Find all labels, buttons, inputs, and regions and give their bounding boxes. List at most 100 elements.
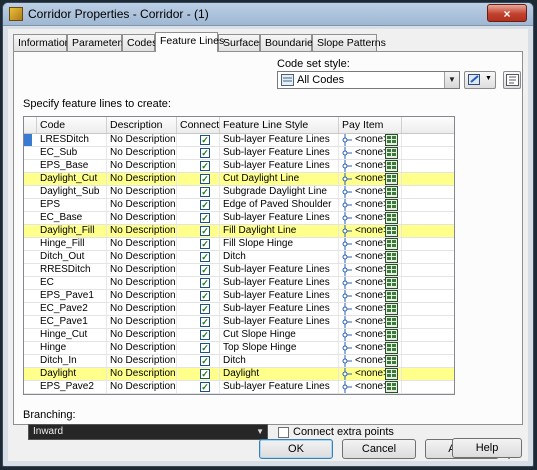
cell-description[interactable]: No Description [107, 147, 177, 159]
cell-feature-line-style[interactable]: Sub-layer Feature Lines [220, 290, 339, 302]
pay-item-select-icon[interactable] [385, 329, 398, 341]
table-row[interactable]: Hinge_Cut No Description ✓ Cut Slope Hinge <… [24, 329, 454, 342]
close-button[interactable]: × [487, 4, 527, 22]
tab-boundaries[interactable]: Boundaries [260, 34, 318, 51]
connect-checkbox[interactable]: ✓ [200, 252, 210, 262]
tab-information[interactable]: Information [13, 34, 71, 51]
cell-feature-line-style[interactable]: Sub-layer Feature Lines [220, 277, 339, 289]
cell-description[interactable]: No Description [107, 264, 177, 276]
cell-description[interactable]: No Description [107, 277, 177, 289]
pick-from-drawing-button[interactable] [503, 71, 521, 89]
cell-feature-line-style[interactable]: Sub-layer Feature Lines [220, 134, 339, 146]
cell-description[interactable]: No Description [107, 329, 177, 341]
cell-description[interactable]: No Description [107, 303, 177, 315]
cell-description[interactable]: No Description [107, 368, 177, 380]
table-row[interactable]: Daylight_Cut No Description ✓ Cut Daylight … [24, 173, 454, 186]
cell-description[interactable]: No Description [107, 381, 177, 393]
ok-button[interactable]: OK [259, 439, 333, 459]
pay-item-select-icon[interactable] [385, 251, 398, 263]
cell-feature-line-style[interactable]: Daylight [220, 368, 339, 380]
cell-feature-line-style[interactable]: Ditch [220, 251, 339, 263]
cell-description[interactable]: No Description [107, 342, 177, 354]
pay-item-select-icon[interactable] [385, 303, 398, 315]
cell-feature-line-style[interactable]: Fill Daylight Line [220, 225, 339, 237]
table-row[interactable]: LRESDitch No Description ✓ Sub-layer Featur… [24, 134, 454, 147]
connect-extra-points-checkbox[interactable] [278, 427, 289, 438]
pay-item-select-icon[interactable] [385, 160, 398, 172]
pay-item-select-icon[interactable] [385, 264, 398, 276]
header-pay-item[interactable]: Pay Item [339, 117, 402, 133]
table-row[interactable]: EPS_Pave1 No Description ✓ Sub-layer Featur… [24, 290, 454, 303]
branching-combo[interactable]: Inward ▼ [28, 424, 268, 440]
cell-description[interactable]: No Description [107, 199, 177, 211]
connect-checkbox[interactable]: ✓ [200, 278, 210, 288]
table-row[interactable]: EC No Description ✓ Sub-layer Feature Lines… [24, 277, 454, 290]
tab-slope-patterns[interactable]: Slope Patterns [312, 34, 386, 51]
connect-checkbox[interactable]: ✓ [200, 226, 210, 236]
connect-checkbox[interactable]: ✓ [200, 187, 210, 197]
chevron-down-icon[interactable]: ▼ [256, 427, 264, 436]
tab-parameters[interactable]: Parameters [67, 34, 126, 51]
cell-feature-line-style[interactable]: Cut Daylight Line [220, 173, 339, 185]
cell-feature-line-style[interactable]: Fill Slope Hinge [220, 238, 339, 250]
header-connect[interactable]: Connect [177, 117, 220, 133]
cell-description[interactable]: No Description [107, 251, 177, 263]
pay-item-select-icon[interactable] [385, 212, 398, 224]
connect-checkbox[interactable]: ✓ [200, 174, 210, 184]
cell-feature-line-style[interactable]: Sub-layer Feature Lines [220, 147, 339, 159]
table-row[interactable]: EPS No Description ✓ Edge of Paved Shoulder… [24, 199, 454, 212]
header-code[interactable]: Code [37, 117, 107, 133]
table-row[interactable]: Hinge No Description ✓ Top Slope Hinge <none… [24, 342, 454, 355]
cell-description[interactable]: No Description [107, 160, 177, 172]
table-row[interactable]: Ditch_In No Description ✓ Ditch <none> [24, 355, 454, 368]
pay-item-select-icon[interactable] [385, 199, 398, 211]
connect-checkbox[interactable]: ✓ [200, 382, 210, 392]
connect-checkbox[interactable]: ✓ [200, 343, 210, 353]
cell-feature-line-style[interactable]: Sub-layer Feature Lines [220, 264, 339, 276]
cell-description[interactable]: No Description [107, 212, 177, 224]
cell-feature-line-style[interactable]: Edge of Paved Shoulder [220, 199, 339, 211]
cell-description[interactable]: No Description [107, 186, 177, 198]
help-button[interactable]: Help [452, 438, 522, 458]
pay-item-select-icon[interactable] [385, 186, 398, 198]
tab-codes[interactable]: Codes [122, 34, 157, 51]
pay-item-select-icon[interactable] [385, 290, 398, 302]
cell-feature-line-style[interactable]: Cut Slope Hinge [220, 329, 339, 341]
pay-item-select-icon[interactable] [385, 277, 398, 289]
cell-feature-line-style[interactable]: Sub-layer Feature Lines [220, 303, 339, 315]
cancel-button[interactable]: Cancel [342, 439, 416, 459]
table-row[interactable]: RRESDitch No Description ✓ Sub-layer Featur… [24, 264, 454, 277]
header-description[interactable]: Description [107, 117, 177, 133]
cell-description[interactable]: No Description [107, 173, 177, 185]
pay-item-select-icon[interactable] [385, 381, 398, 393]
cell-description[interactable]: No Description [107, 290, 177, 302]
pay-item-select-icon[interactable] [385, 173, 398, 185]
cell-feature-line-style[interactable]: Sub-layer Feature Lines [220, 381, 339, 393]
connect-checkbox[interactable]: ✓ [200, 135, 210, 145]
pay-item-select-icon[interactable] [385, 147, 398, 159]
table-row[interactable]: EC_Pave2 No Description ✓ Sub-layer Feature… [24, 303, 454, 316]
pay-item-select-icon[interactable] [385, 225, 398, 237]
pay-item-select-icon[interactable] [385, 355, 398, 367]
cell-feature-line-style[interactable]: Sub-layer Feature Lines [220, 212, 339, 224]
connect-checkbox[interactable]: ✓ [200, 148, 210, 158]
title-bar[interactable]: Corridor Properties - Corridor - (1) × [3, 3, 533, 26]
table-row[interactable]: EPS_Base No Description ✓ Sub-layer Feature… [24, 160, 454, 173]
pay-item-select-icon[interactable] [385, 316, 398, 328]
connect-checkbox[interactable]: ✓ [200, 239, 210, 249]
table-row[interactable]: Daylight_Fill No Description ✓ Fill Dayligh… [24, 225, 454, 238]
edit-style-button[interactable]: ▼ [464, 71, 496, 89]
pay-item-select-icon[interactable] [385, 342, 398, 354]
cell-description[interactable]: No Description [107, 316, 177, 328]
tab-surfaces[interactable]: Surfaces [218, 34, 264, 51]
row-selector[interactable] [24, 134, 32, 146]
connect-checkbox[interactable]: ✓ [200, 291, 210, 301]
connect-checkbox[interactable]: ✓ [200, 317, 210, 327]
table-row[interactable]: Daylight_Sub No Description ✓ Subgrade Dayl… [24, 186, 454, 199]
pay-item-select-icon[interactable] [385, 134, 398, 146]
cell-description[interactable]: No Description [107, 225, 177, 237]
connect-checkbox[interactable]: ✓ [200, 265, 210, 275]
cell-feature-line-style[interactable]: Sub-layer Feature Lines [220, 160, 339, 172]
code-set-style-combo[interactable]: All Codes ▼ [277, 71, 460, 89]
chevron-down-icon[interactable]: ▼ [444, 72, 459, 88]
